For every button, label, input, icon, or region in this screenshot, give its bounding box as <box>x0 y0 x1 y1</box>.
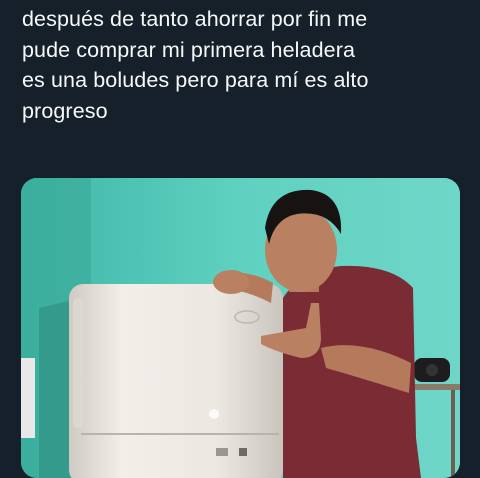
tweet-text-line: después de tanto ahorrar por fin me <box>22 7 368 31</box>
person-hand <box>213 270 249 294</box>
side-table <box>413 384 460 390</box>
tweet-text-line: pude comprar mi primera heladera <box>22 37 356 62</box>
tweet-text-line: progreso <box>22 98 108 123</box>
side-object <box>21 358 35 438</box>
speaker-cone <box>426 364 438 376</box>
table-leg <box>451 390 455 478</box>
fridge-handle <box>73 298 83 428</box>
fridge-label <box>239 448 247 456</box>
fridge-label <box>216 448 228 456</box>
tweet-text: después de tanto ahorrar por fin me pude… <box>22 4 462 126</box>
refrigerator <box>69 284 283 478</box>
tweet-photo[interactable] <box>21 178 460 478</box>
fridge-light-reflection <box>209 409 219 419</box>
photo-illustration <box>21 178 460 478</box>
tweet-text-line: es una boludes pero para mí es alto <box>22 68 369 92</box>
